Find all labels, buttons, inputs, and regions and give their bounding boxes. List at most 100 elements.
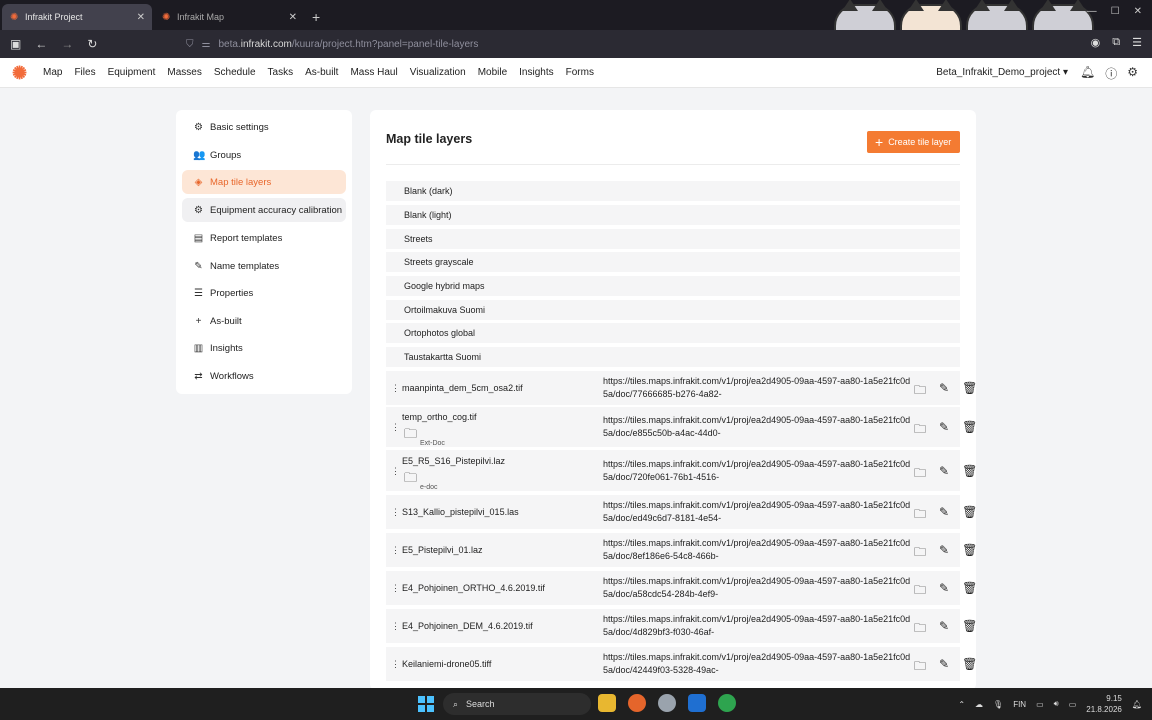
- custom-layer-row[interactable]: ⋮ Keilaniemi-drone05.tiff https://tiles.…: [386, 647, 976, 681]
- volume-icon[interactable]: 🔊︎: [1054, 699, 1059, 709]
- menu-item-map[interactable]: Map: [43, 67, 62, 78]
- custom-layer-row[interactable]: ⋮ E5_Pistepilvi_01.laz https://tiles.map…: [386, 533, 976, 567]
- taskbar-search[interactable]: ⌕ Search: [443, 693, 591, 715]
- sidebar-item-report-templates[interactable]: ▤ Report templates: [182, 226, 346, 250]
- create-tile-layer-button[interactable]: + Create tile layer: [867, 131, 960, 153]
- menu-item-masses[interactable]: Masses: [167, 67, 201, 78]
- window-controls[interactable]: — ☐ ✕: [1087, 6, 1142, 17]
- basic-layer-row[interactable]: Streets: [386, 229, 960, 249]
- sidebar-item-groups[interactable]: 👥 Groups: [182, 143, 346, 167]
- file-explorer-icon[interactable]: [598, 694, 616, 712]
- maximize-icon[interactable]: ☐: [1111, 6, 1120, 17]
- custom-layer-row[interactable]: ⋮ E4_Pohjoinen_DEM_4.6.2019.tif https://…: [386, 609, 976, 643]
- drag-handle-icon[interactable]: ⋮: [391, 466, 400, 477]
- custom-layer-row[interactable]: ⋮ E4_Pohjoinen_ORTHO_4.6.2019.tif https:…: [386, 571, 976, 605]
- drag-handle-icon[interactable]: ⋮: [391, 422, 400, 433]
- project-selector[interactable]: Beta_Infrakit_Demo_project ▾: [936, 67, 1068, 78]
- sidebar-item-as-built[interactable]: + As-built: [182, 309, 346, 333]
- folder-icon[interactable]: 🗀: [914, 420, 926, 441]
- menu-item-schedule[interactable]: Schedule: [214, 67, 256, 78]
- basic-layer-row[interactable]: Ortophotos global: [386, 323, 960, 343]
- sidebar-item-name-templates[interactable]: ✎ Name templates: [182, 254, 346, 278]
- back-icon[interactable]: ←: [35, 37, 47, 51]
- menu-item-mass-haul[interactable]: Mass Haul: [350, 67, 397, 78]
- drag-handle-icon[interactable]: ⋮: [391, 659, 400, 670]
- custom-layer-row[interactable]: ⋮ temp_ortho_cog.tif 🗀 Ext-Doc https://ti…: [386, 407, 976, 447]
- pencil-icon[interactable]: ✎: [939, 464, 949, 485]
- url-bar[interactable]: ⛉ ⚌ beta.infrakit.com/kuura/project.htm?…: [186, 35, 478, 53]
- notifications-icon[interactable]: 🔔︎: [1132, 700, 1142, 709]
- browser-tab-infrakit-project[interactable]: ✺ Infrakit Project ✕: [2, 4, 152, 30]
- sidebar-item-properties[interactable]: ☰ Properties: [182, 281, 346, 305]
- pencil-icon[interactable]: ✎: [939, 381, 949, 402]
- reload-icon[interactable]: ↻: [87, 37, 97, 51]
- custom-layer-row[interactable]: ⋮ E5_R5_S16_Pistepilvi.laz 🗀 e-doc https:…: [386, 450, 976, 491]
- sidebar-item-equipment-accuracy-calibration[interactable]: ⚙ Equipment accuracy calibration: [182, 198, 346, 222]
- language-indicator[interactable]: FIN: [1013, 700, 1026, 709]
- sidebar-item-workflows[interactable]: ⇄ Workflows: [182, 364, 346, 388]
- minimize-icon[interactable]: —: [1087, 6, 1097, 17]
- trash-icon[interactable]: 🗑︎: [962, 581, 976, 602]
- basic-layer-row[interactable]: Ortoilmakuva Suomi: [386, 300, 960, 320]
- trash-icon[interactable]: 🗑︎: [962, 505, 976, 526]
- trash-icon[interactable]: 🗑︎: [962, 381, 976, 402]
- menu-item-insights[interactable]: Insights: [519, 67, 553, 78]
- app-icon[interactable]: [658, 694, 676, 712]
- microphone-icon[interactable]: 🎙︎: [993, 700, 1003, 709]
- trash-icon[interactable]: 🗑︎: [962, 420, 976, 441]
- network-icon[interactable]: ▭: [1036, 700, 1044, 709]
- menu-item-equipment[interactable]: Equipment: [108, 67, 156, 78]
- pencil-icon[interactable]: ✎: [939, 543, 949, 564]
- custom-layer-row[interactable]: ⋮ maanpinta_dem_5cm_osa2.tif https://til…: [386, 371, 976, 405]
- battery-icon[interactable]: ▭: [1069, 700, 1077, 709]
- bell-icon[interactable]: 🔔︎: [1080, 65, 1095, 82]
- folder-icon[interactable]: 🗀: [914, 543, 926, 564]
- folder-icon[interactable]: 🗀: [914, 657, 926, 678]
- basic-layer-row[interactable]: Taustakartta Suomi: [386, 347, 960, 367]
- sidebar-item-map-tile-layers[interactable]: ◈ Map tile layers: [182, 170, 346, 194]
- browser-tab-infrakit-map[interactable]: ✺ Infrakit Map ✕: [154, 4, 304, 30]
- firefox-icon[interactable]: [628, 694, 646, 712]
- basic-layer-row[interactable]: Google hybrid maps: [386, 276, 960, 296]
- drag-handle-icon[interactable]: ⋮: [391, 507, 400, 518]
- menu-icon[interactable]: ☰: [1132, 36, 1142, 49]
- folder-icon[interactable]: 🗀: [914, 381, 926, 402]
- forward-icon[interactable]: →: [61, 37, 73, 51]
- windows-start-icon[interactable]: [418, 696, 434, 712]
- clock[interactable]: 9.15 21.8.2026: [1086, 693, 1122, 715]
- trash-icon[interactable]: 🗑︎: [962, 619, 976, 640]
- menu-item-mobile[interactable]: Mobile: [478, 67, 507, 78]
- chevron-up-icon[interactable]: ⌃: [958, 700, 965, 709]
- basic-layer-row[interactable]: Streets grayscale: [386, 252, 960, 272]
- new-tab-button[interactable]: +: [312, 4, 320, 30]
- custom-layer-row[interactable]: ⋮ S13_Kallio_pistepilvi_015.las https://…: [386, 495, 976, 529]
- help-icon[interactable]: ⓘ: [1105, 65, 1117, 82]
- gear-icon[interactable]: ⚙: [1127, 65, 1138, 82]
- drag-handle-icon[interactable]: ⋮: [391, 583, 400, 594]
- menu-item-files[interactable]: Files: [74, 67, 95, 78]
- folder-icon[interactable]: 🗀: [914, 619, 926, 640]
- pencil-icon[interactable]: ✎: [939, 619, 949, 640]
- basic-layer-row[interactable]: Blank (dark): [386, 181, 960, 201]
- close-tab-icon[interactable]: ✕: [137, 12, 145, 23]
- account-icon[interactable]: ◉: [1091, 36, 1101, 49]
- sidebar-item-basic-settings[interactable]: ⚙ Basic settings: [182, 115, 346, 139]
- menu-item-as-built[interactable]: As-built: [305, 67, 338, 78]
- menu-item-forms[interactable]: Forms: [566, 67, 594, 78]
- trash-icon[interactable]: 🗑︎: [962, 464, 976, 485]
- folder-icon[interactable]: 🗀: [914, 505, 926, 526]
- trash-icon[interactable]: 🗑︎: [962, 543, 976, 564]
- menu-item-tasks[interactable]: Tasks: [268, 67, 294, 78]
- trash-icon[interactable]: 🗑︎: [962, 657, 976, 678]
- menu-item-visualization[interactable]: Visualization: [410, 67, 466, 78]
- close-window-icon[interactable]: ✕: [1134, 6, 1142, 17]
- sidebar-toggle-icon[interactable]: ▣: [10, 37, 21, 51]
- drag-handle-icon[interactable]: ⋮: [391, 621, 400, 632]
- folder-icon[interactable]: 🗀: [914, 464, 926, 485]
- infrakit-logo-icon[interactable]: ✺: [12, 64, 30, 82]
- basic-layer-row[interactable]: Blank (light): [386, 205, 960, 225]
- pencil-icon[interactable]: ✎: [939, 581, 949, 602]
- pencil-icon[interactable]: ✎: [939, 505, 949, 526]
- drag-handle-icon[interactable]: ⋮: [391, 383, 400, 394]
- drag-handle-icon[interactable]: ⋮: [391, 545, 400, 556]
